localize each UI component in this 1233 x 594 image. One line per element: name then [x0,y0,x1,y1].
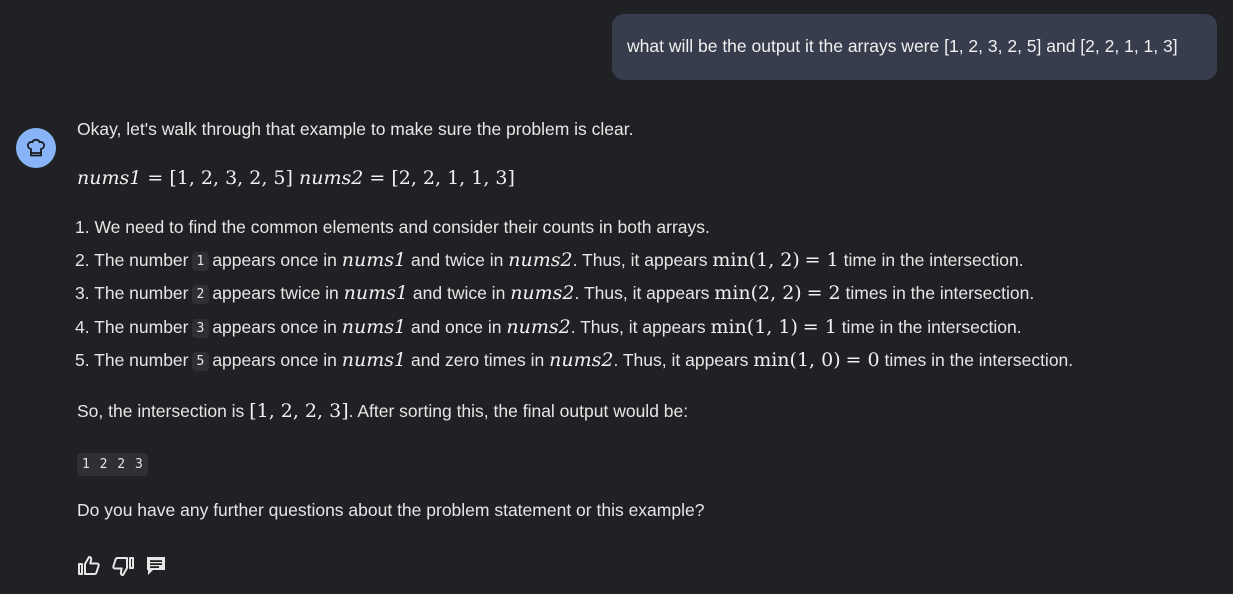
followup-text: Do you have any further questions about … [77,500,705,520]
thumbs-up-icon [78,556,100,575]
output-code: 1 2 2 3 [77,453,148,476]
nums2-value: [2, 2, 1, 1, 3] [391,167,515,189]
nums1-value: [1, 2, 3, 2, 5] [169,167,293,189]
number-badge: 3 [191,319,210,338]
number-badge: 5 [191,352,210,371]
number-badge: 2 [191,285,210,304]
thumbs-down-button[interactable] [111,555,135,577]
nums1-var: nums1 [77,167,142,189]
step-4: 4. The number 3 appears once in nums1 and … [75,316,1022,338]
step-2: 2. The number 1 appears once in nums1 and … [75,249,1024,271]
number-badge: 1 [191,252,210,271]
nums2-var: nums2 [298,167,364,189]
arrays-equation: nums1 = [1, 2, 3, 2, 5] nums2 = [2, 2, 1… [77,167,515,189]
thumbs-down-icon [112,557,134,576]
step-1: 1. We need to find the common elements a… [75,217,710,237]
comment-button[interactable] [145,555,167,577]
step-5: 5. The number 5 appears once in nums1 and … [75,349,1074,371]
intersection-value: [1, 2, 2, 3] [249,400,349,422]
step-3: 3. The number 2 appears twice in nums1 and… [75,282,1035,304]
assistant-avatar [16,128,56,168]
user-message-text: what will be the output it the arrays we… [627,36,1178,56]
comment-icon [147,557,165,575]
intro-text: Okay, let's walk through that example to… [77,119,634,139]
chef-hat-icon [26,138,46,157]
message-actions [77,555,167,577]
conclusion: So, the intersection is [1, 2, 2, 3]. Af… [77,400,689,422]
user-message-bubble: what will be the output it the arrays we… [612,14,1217,80]
output-code-block: 1 2 2 3 [77,452,148,476]
thumbs-up-button[interactable] [77,555,101,577]
